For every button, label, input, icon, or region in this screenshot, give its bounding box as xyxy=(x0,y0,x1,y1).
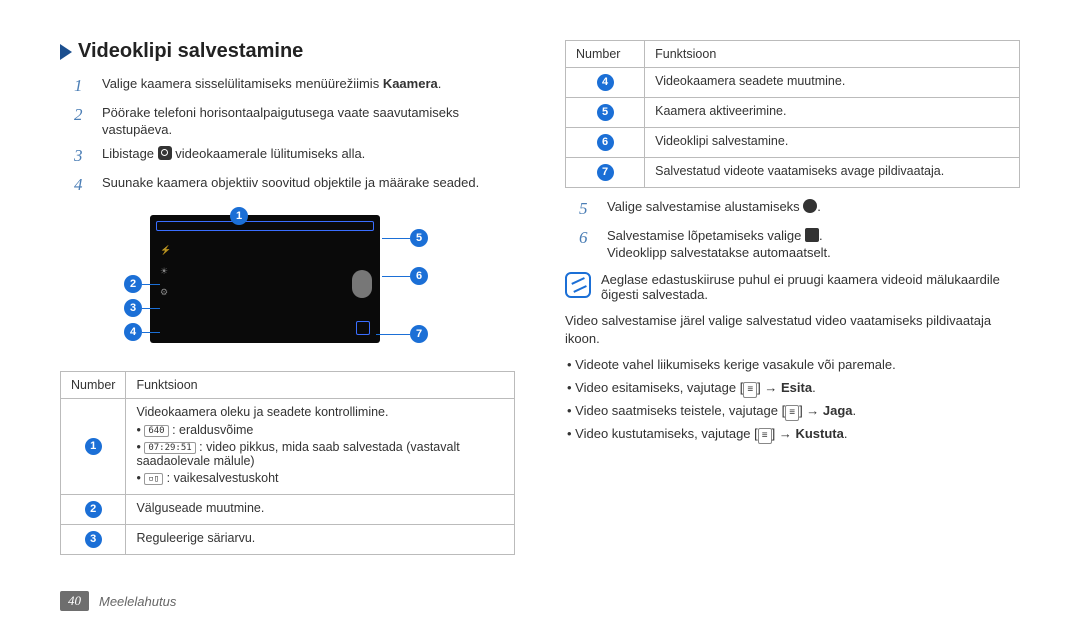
autosave-text: Videoklipp salvestatakse automaatselt. xyxy=(607,245,831,260)
row-number-icon: 4 xyxy=(597,74,614,91)
bullet-list: Videote vahel liikumiseks kerige vasakul… xyxy=(565,356,1020,443)
steps-right: 5 Valige salvestamise alustamiseks . 6 S… xyxy=(565,198,1020,262)
page-footer: 40 Meelelahutus xyxy=(60,591,176,611)
camera-screenshot: ⚡ ☀ ⚙ 1 2 3 4 5 6 7 xyxy=(100,207,450,357)
th-function: Funktsioon xyxy=(645,41,1020,68)
camcorder-icon xyxy=(158,146,172,160)
callout-6: 6 xyxy=(410,267,428,285)
resolution-icon: 640 xyxy=(144,425,168,437)
step-number: 4 xyxy=(74,174,90,197)
step-1: 1 Valige kaamera sisselülitamiseks menüü… xyxy=(74,75,515,98)
table-row: 4 Videokaamera seadete muutmine. xyxy=(566,68,1020,98)
after-note-text: Video salvestamise järel valige salvesta… xyxy=(565,312,1020,348)
phone-screen: ⚡ ☀ ⚙ xyxy=(150,215,380,343)
list-item: Video esitamiseks, vajutage [≡] → Esita. xyxy=(567,379,1020,398)
record-button xyxy=(352,270,372,298)
row-text: Reguleerige säriarvu. xyxy=(126,524,515,554)
step-number: 1 xyxy=(74,75,90,98)
step-2: 2 Pöörake telefoni horisontaalpaigutuseg… xyxy=(74,104,515,139)
chevron-right-icon xyxy=(60,44,72,60)
callout-7: 7 xyxy=(410,325,428,343)
row-text: Videokaamera oleku ja seadete kontrollim… xyxy=(136,405,504,419)
menu-icon: ≡ xyxy=(785,405,799,421)
storage-icon: ▫▯ xyxy=(144,473,163,485)
stop-square-icon xyxy=(805,228,819,242)
th-number: Number xyxy=(566,41,645,68)
table-row: 2 Välguseade muutmine. xyxy=(61,494,515,524)
table-row: 1 Videokaamera oleku ja seadete kontroll… xyxy=(61,398,515,494)
step-5: 5 Valige salvestamise alustamiseks . xyxy=(579,198,1020,221)
gallery-thumb-highlight xyxy=(356,321,370,335)
note-text: Aeglase edastuskiiruse puhul ei pruugi k… xyxy=(601,272,1020,302)
exposure-icon: ☀ xyxy=(160,266,171,277)
flash-icon: ⚡ xyxy=(160,245,171,256)
step-number: 6 xyxy=(579,227,595,262)
table-right: Number Funktsioon 4 Videokaamera seadete … xyxy=(565,40,1020,188)
table-row: 5 Kaamera aktiveerimine. xyxy=(566,98,1020,128)
row-text: Välguseade muutmine. xyxy=(126,494,515,524)
table-row: 6 Videoklipi salvestamine. xyxy=(566,128,1020,158)
row-text: Videokaamera seadete muutmine. xyxy=(645,68,1020,98)
row-text: Salvestatud videote vaatamiseks avage pi… xyxy=(645,158,1020,188)
row-sublist: 640 : eraldusvõime 07:29:51 : video pikk… xyxy=(136,423,504,485)
th-number: Number xyxy=(61,371,126,398)
callout-2: 2 xyxy=(124,275,142,293)
step-4: 4 Suunake kaamera objektiiv soovitud obj… xyxy=(74,174,515,197)
steps-left: 1 Valige kaamera sisselülitamiseks menüü… xyxy=(60,75,515,197)
table-left: Number Funktsioon 1 Videokaamera oleku j… xyxy=(60,371,515,555)
row-number-icon: 2 xyxy=(85,501,102,518)
step-6: 6 Salvestamise lõpetamiseks valige . Vid… xyxy=(579,227,1020,262)
section-heading: Videoklipi salvestamine xyxy=(60,40,515,63)
row-text: Kaamera aktiveerimine. xyxy=(645,98,1020,128)
row-number-icon: 1 xyxy=(85,438,102,455)
callout-3: 3 xyxy=(124,299,142,317)
callout-4: 4 xyxy=(124,323,142,341)
list-item: Video kustutamiseks, vajutage [≡] → Kust… xyxy=(567,425,1020,444)
row-number-icon: 6 xyxy=(597,134,614,151)
heading-text: Videoklipi salvestamine xyxy=(78,40,303,63)
table-row: 7 Salvestatud videote vaatamiseks avage p… xyxy=(566,158,1020,188)
step-number: 3 xyxy=(74,145,90,168)
callout-1: 1 xyxy=(230,207,248,225)
list-item: Videote vahel liikumiseks kerige vasakul… xyxy=(567,356,1020,374)
note-box: Aeglase edastuskiiruse puhul ei pruugi k… xyxy=(565,272,1020,302)
page-number: 40 xyxy=(60,591,89,611)
th-function: Funktsioon xyxy=(126,371,515,398)
row-number-icon: 3 xyxy=(85,531,102,548)
callout-5: 5 xyxy=(410,229,428,247)
table-row: 3 Reguleerige säriarvu. xyxy=(61,524,515,554)
record-circle-icon xyxy=(803,199,817,213)
row-text: Videoklipi salvestamine. xyxy=(645,128,1020,158)
row-number-icon: 7 xyxy=(597,164,614,181)
step-number: 5 xyxy=(579,198,595,221)
row-number-icon: 5 xyxy=(597,104,614,121)
screen-side-icons: ⚡ ☀ ⚙ xyxy=(160,245,171,298)
footer-section: Meelelahutus xyxy=(99,594,176,609)
duration-icon: 07:29:51 xyxy=(144,442,195,454)
screen-topbar-highlight xyxy=(156,221,374,231)
step-3: 3 Libistage videokaamerale lülitumiseks … xyxy=(74,145,515,168)
note-icon xyxy=(565,272,591,298)
menu-icon: ≡ xyxy=(758,428,772,444)
list-item: Video saatmiseks teistele, vajutage [≡] … xyxy=(567,402,1020,421)
step-number: 2 xyxy=(74,104,90,139)
menu-icon: ≡ xyxy=(743,382,757,398)
settings-gear-icon: ⚙ xyxy=(160,287,171,298)
